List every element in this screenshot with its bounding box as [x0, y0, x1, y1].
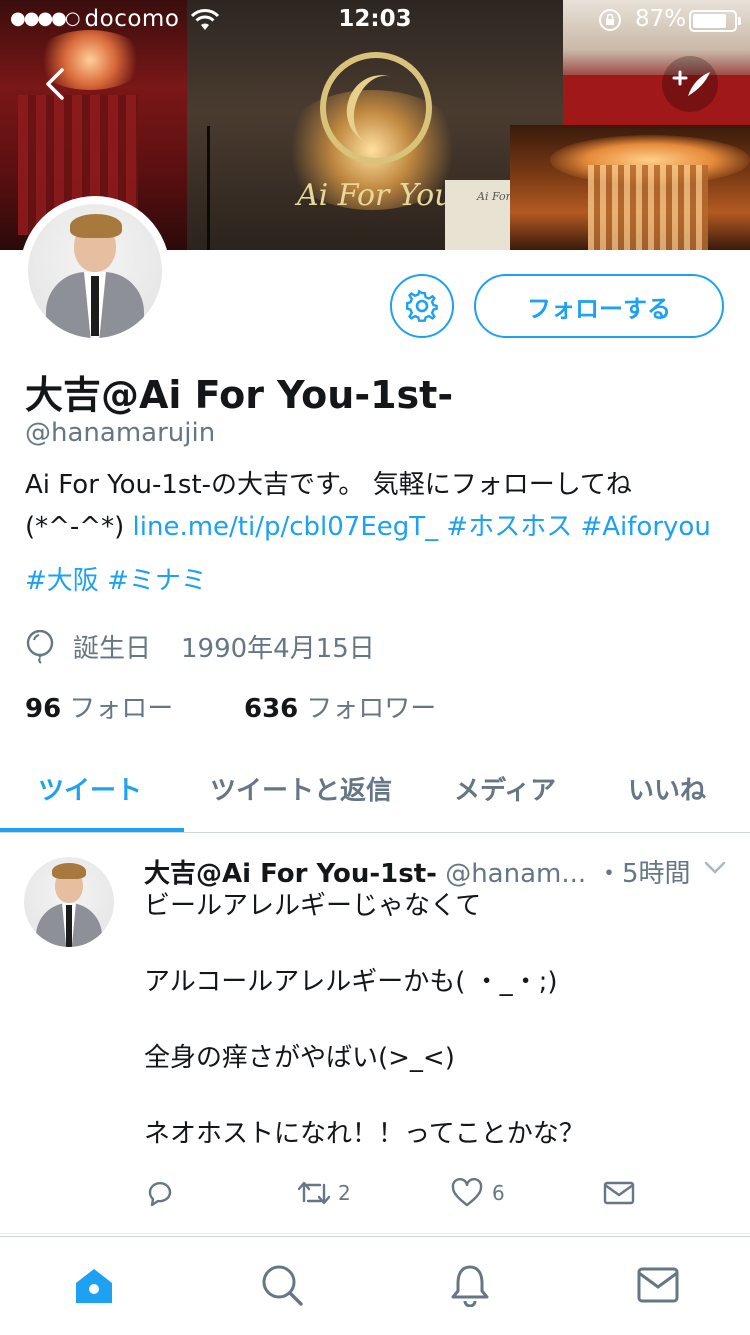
mail-icon[interactable]: [636, 1263, 680, 1307]
tab-tweets[interactable]: ツイート: [38, 770, 142, 807]
message-icon: [603, 1181, 635, 1205]
follow-stats: 96 フォロー 636 フォロワー: [25, 688, 436, 725]
retweet-button[interactable]: 2: [296, 1177, 351, 1209]
status-bar: ●●●●○ docomo 12:03 87%: [0, 0, 750, 40]
hashtag-hosuhosu[interactable]: #ホスホス: [446, 512, 572, 542]
birthday-row: 誕生日 1990年4月15日: [25, 628, 375, 665]
active-tab-indicator: [0, 828, 184, 832]
banner-photo-bar: [510, 125, 750, 250]
like-button[interactable]: 6: [450, 1177, 505, 1209]
tweet-line: 全身の痒さがやばい(>_<): [144, 1043, 455, 1073]
like-icon: [451, 1177, 483, 1207]
tweet-timestamp: ・5時間: [596, 859, 691, 889]
notifications-icon[interactable]: [448, 1263, 492, 1307]
tweet-author-name: 大吉@Ai For You-1st-: [144, 859, 437, 889]
bio-text: Ai For You-1st-の大吉です。 気軽にフォローしてね: [25, 470, 632, 500]
tab-media[interactable]: メディア: [454, 770, 556, 807]
followers-label: フォロワー: [306, 694, 437, 724]
bottom-tab-bar: [0, 1236, 750, 1335]
direct-message-button[interactable]: [602, 1177, 636, 1209]
followers-count: 636: [244, 694, 299, 724]
like-count: 6: [492, 1181, 505, 1205]
search-icon[interactable]: [260, 1263, 304, 1307]
battery-icon: [689, 10, 741, 32]
tweet-author-handle: @hanam...: [445, 859, 587, 889]
settings-button[interactable]: [390, 274, 454, 338]
profile-tabs: ツイート ツイートと返信 メディア いいね: [0, 752, 750, 833]
following-link[interactable]: 96 フォロー: [25, 694, 173, 724]
following-count: 96: [25, 694, 62, 724]
retweet-icon: [297, 1181, 331, 1205]
tweet-line: アルコールアレルギーかも( ・_・;): [144, 967, 558, 997]
hashtag-minami[interactable]: #ミナミ: [107, 566, 207, 596]
tweet-text: ビールアレルギーじゃなくて アルコールアレルギーかも( ・_・;) 全身の痒さが…: [144, 887, 734, 1191]
birthday-date: 1990年4月15日: [181, 634, 375, 664]
back-icon[interactable]: [40, 64, 70, 104]
tweet-actions: 2 6: [144, 1177, 744, 1217]
following-label: フォロー: [69, 694, 174, 724]
bio-emoticon: (*^-^*): [25, 512, 133, 542]
bio-link[interactable]: line.me/ti/p/cbl07EegT_: [133, 512, 439, 542]
retweet-count: 2: [338, 1181, 351, 1205]
tweet-avatar[interactable]: [24, 857, 114, 947]
avatar-photo: [28, 204, 162, 338]
balloon-icon: [26, 629, 54, 664]
tab-likes[interactable]: いいね: [628, 770, 706, 807]
follow-button[interactable]: フォローする: [474, 274, 724, 338]
profile-avatar[interactable]: [20, 196, 170, 346]
tab-tweets-and-replies[interactable]: ツイートと返信: [210, 770, 392, 807]
profile-bio: Ai For You-1st-の大吉です。 気軽にフォローしてね (*^-^*)…: [25, 464, 735, 602]
user-handle: @hanamarujin: [25, 418, 216, 448]
rotation-lock-icon: [599, 9, 621, 31]
reply-button[interactable]: [144, 1177, 176, 1209]
gear-icon: [406, 289, 438, 322]
chevron-down-icon[interactable]: [704, 861, 726, 875]
battery-percent: 87%: [635, 6, 687, 32]
reply-icon: [148, 1181, 172, 1207]
hashtag-osaka[interactable]: #大阪: [25, 566, 99, 596]
birthday-label: 誕生日: [73, 634, 152, 664]
compose-icon[interactable]: [662, 56, 718, 112]
tweet-line: ビールアレルギーじゃなくて: [144, 891, 482, 921]
home-icon[interactable]: [72, 1263, 116, 1307]
tweet-header: 大吉@Ai For You-1st- @hanam... ・5時間: [144, 853, 744, 890]
tweet-line: ネオホストになれ！！ってことかな？: [144, 1119, 585, 1149]
hashtag-aiforyou[interactable]: #Aiforyou: [580, 512, 710, 542]
display-name: 大吉@Ai For You-1st-: [25, 373, 454, 417]
followers-link[interactable]: 636 フォロワー: [244, 688, 436, 725]
banner-logo-text: Ai For You: [297, 178, 454, 213]
tweet[interactable]: 大吉@Ai For You-1st- @hanam... ・5時間 ビールアレル…: [0, 833, 750, 1234]
